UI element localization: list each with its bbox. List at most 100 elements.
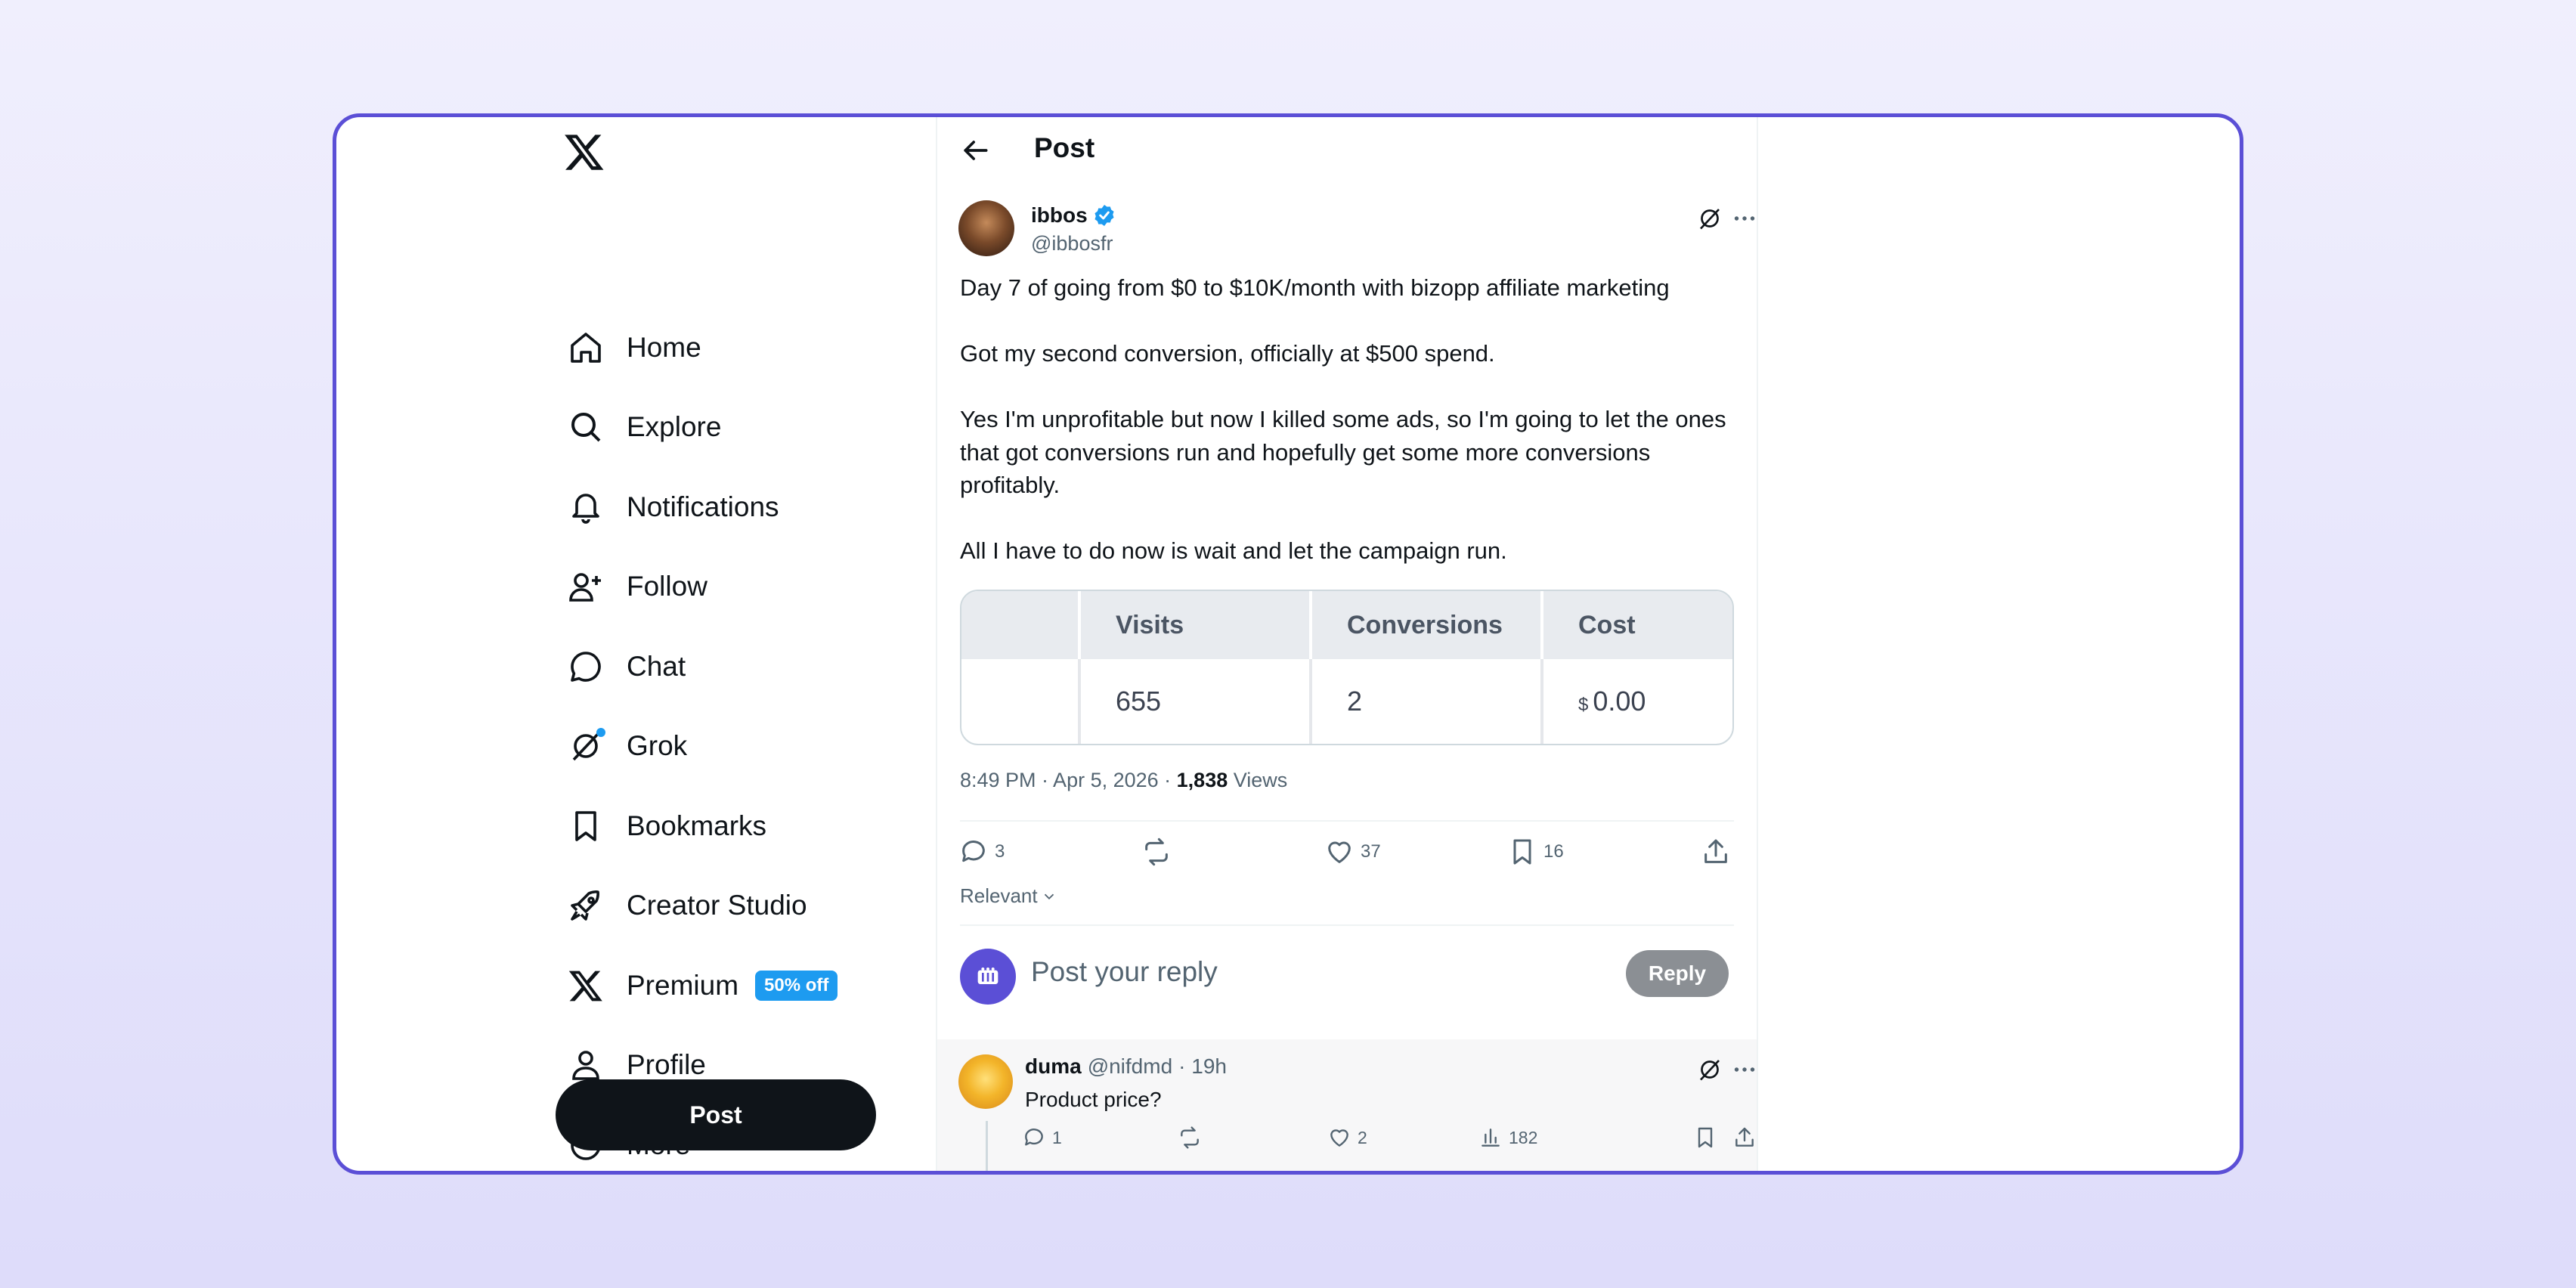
repost-icon bbox=[1141, 837, 1178, 867]
author-name[interactable]: ibbos bbox=[1031, 203, 1116, 228]
post-meta: 8:49 PM · Apr 5, 2026 · 1,838 Views bbox=[960, 769, 1287, 792]
share-button[interactable] bbox=[1732, 1125, 1763, 1150]
table-cell bbox=[961, 659, 1078, 744]
sidebar-item-notifications[interactable]: Notifications bbox=[556, 473, 873, 541]
divider bbox=[960, 924, 1734, 926]
bookmark-icon bbox=[1693, 1125, 1723, 1150]
bell-icon bbox=[563, 485, 608, 530]
sidebar-item-chat[interactable]: Chat bbox=[556, 633, 873, 701]
stats-image[interactable]: Visits Conversions Cost 655 2 $0.00 bbox=[960, 590, 1734, 745]
table-header: Cost bbox=[1540, 591, 1732, 659]
comment[interactable]: duma @nifdmd · 19h Product price? 1 2 18… bbox=[937, 1039, 1758, 1171]
divider bbox=[960, 820, 1734, 822]
more-options-icon[interactable] bbox=[1731, 205, 1758, 236]
stats-table: Visits Conversions Cost 655 2 $0.00 bbox=[961, 591, 1732, 744]
table-header: Visits bbox=[1078, 591, 1309, 659]
sidebar-item-label: Explore bbox=[627, 411, 722, 442]
page-title: Post bbox=[1034, 132, 1095, 163]
bar-chart-icon bbox=[1478, 1125, 1509, 1150]
table-cell: $0.00 bbox=[1540, 659, 1732, 744]
sidebar-item-label: Bookmarks bbox=[627, 810, 767, 841]
x-logo-icon[interactable] bbox=[563, 131, 605, 173]
reply-icon bbox=[958, 837, 995, 867]
post-paragraph: Got my second conversion, officially at … bbox=[960, 340, 1495, 367]
repost-icon bbox=[1178, 1125, 1208, 1150]
sidebar-item-explore[interactable]: Explore bbox=[556, 393, 873, 461]
repost-button[interactable] bbox=[1141, 837, 1178, 867]
verified-badge-icon bbox=[1092, 203, 1116, 228]
views-label: Views bbox=[1228, 769, 1288, 791]
grok-icon[interactable] bbox=[1696, 1056, 1723, 1087]
bookmark-icon bbox=[1507, 837, 1543, 867]
post-paragraph: Yes I'm unprofitable but now I killed so… bbox=[960, 406, 1726, 498]
reply-submit-button[interactable]: Reply bbox=[1626, 950, 1729, 997]
like-button[interactable]: 2 bbox=[1327, 1125, 1367, 1150]
heart-icon bbox=[1327, 1125, 1358, 1150]
currency-symbol: $ bbox=[1578, 695, 1589, 715]
thread-line bbox=[986, 1121, 988, 1171]
sidebar-item-grok[interactable]: Grok bbox=[556, 712, 873, 780]
table-cell: 655 bbox=[1078, 659, 1309, 744]
sidebar-item-creator-studio[interactable]: Creator Studio bbox=[556, 872, 873, 940]
rocket-icon bbox=[563, 883, 608, 928]
chat-bubble-icon bbox=[563, 644, 608, 689]
share-button[interactable] bbox=[1701, 837, 1737, 867]
comment-handle: @nifdmd bbox=[1087, 1054, 1173, 1078]
back-arrow-icon[interactable] bbox=[958, 134, 992, 167]
reply-button[interactable]: 1 bbox=[1022, 1125, 1062, 1150]
more-options-icon[interactable] bbox=[1731, 1056, 1758, 1087]
avatar[interactable] bbox=[958, 200, 1014, 256]
chevron-down-icon bbox=[1041, 888, 1057, 905]
avatar[interactable] bbox=[958, 1054, 1013, 1109]
add-user-icon bbox=[563, 564, 608, 609]
table-header: Conversions bbox=[1309, 591, 1540, 659]
sidebar-item-follow[interactable]: Follow bbox=[556, 553, 873, 621]
sidebar-item-bookmarks[interactable]: Bookmarks bbox=[556, 792, 873, 860]
bookmark-button[interactable]: 16 bbox=[1507, 837, 1564, 867]
notification-dot bbox=[596, 728, 605, 737]
sidebar-item-label: Profile bbox=[627, 1049, 706, 1080]
sort-dropdown[interactable]: Relevant bbox=[960, 884, 1057, 908]
sidebar-item-label: Notifications bbox=[627, 491, 779, 522]
reply-button[interactable]: 3 bbox=[958, 837, 1005, 867]
sidebar-item-label: Creator Studio bbox=[627, 890, 807, 921]
views-count: 1,838 bbox=[1176, 769, 1228, 791]
page-header: Post bbox=[937, 117, 1757, 185]
author-handle[interactable]: @ibbosfr bbox=[1031, 232, 1113, 255]
post-button[interactable]: Post bbox=[556, 1079, 876, 1150]
table-header bbox=[961, 591, 1078, 659]
sidebar-item-label: Home bbox=[627, 332, 701, 363]
repost-button[interactable] bbox=[1178, 1125, 1208, 1150]
post-paragraph: Day 7 of going from $0 to $10K/month wit… bbox=[960, 274, 1670, 301]
sidebar-item-label: Follow bbox=[627, 571, 707, 602]
comment-author[interactable]: duma @nifdmd · 19h bbox=[1025, 1054, 1227, 1079]
like-button[interactable]: 37 bbox=[1324, 837, 1381, 867]
sidebar-item-premium[interactable]: Premium 50% off bbox=[556, 952, 873, 1020]
avatar bbox=[960, 949, 1016, 1005]
sidebar-item-label: Chat bbox=[627, 651, 686, 682]
main-column: Post ibbos @ibbosfr Day 7 of going from … bbox=[936, 117, 1758, 1171]
post-paragraph: All I have to do now is wait and let the… bbox=[960, 537, 1507, 564]
grok-icon bbox=[563, 723, 608, 769]
comment-text: Product price? bbox=[1025, 1088, 1162, 1111]
comment-time: · 19h bbox=[1178, 1054, 1227, 1078]
post-body: Day 7 of going from $0 to $10K/month wit… bbox=[960, 271, 1738, 568]
reply-icon bbox=[1022, 1125, 1052, 1150]
home-icon bbox=[563, 325, 608, 370]
app-window: Home Explore Notifications Follow Chat G… bbox=[333, 113, 2243, 1175]
reply-input[interactable]: Post your reply bbox=[1031, 956, 1218, 988]
sidebar-item-label: Grok bbox=[627, 730, 688, 761]
views-button[interactable]: 182 bbox=[1478, 1125, 1537, 1150]
sidebar-item-home[interactable]: Home bbox=[556, 314, 873, 382]
x-logo-icon bbox=[563, 963, 608, 1008]
table-cell: 2 bbox=[1309, 659, 1540, 744]
post-timestamp[interactable]: 8:49 PM · Apr 5, 2026 · bbox=[960, 769, 1177, 791]
heart-icon bbox=[1324, 837, 1361, 867]
cost-value: 0.00 bbox=[1593, 686, 1646, 717]
sidebar-item-label: Premium bbox=[627, 970, 739, 1001]
grok-icon[interactable] bbox=[1696, 205, 1723, 236]
search-icon bbox=[563, 404, 608, 450]
discount-badge: 50% off bbox=[755, 971, 838, 1001]
sidebar: Home Explore Notifications Follow Chat G… bbox=[556, 117, 888, 1171]
bookmark-button[interactable] bbox=[1693, 1125, 1723, 1150]
